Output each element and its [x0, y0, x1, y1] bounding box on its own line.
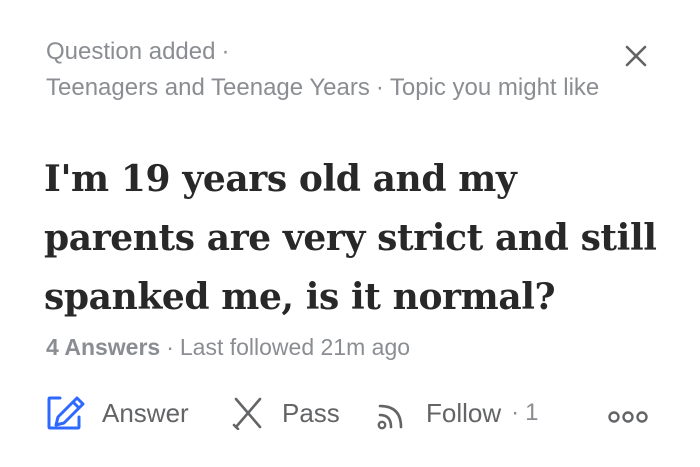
- more-icon: [608, 411, 648, 423]
- answer-label: Answer: [102, 397, 189, 428]
- pass-icon: [232, 397, 262, 430]
- pass-label: Pass: [282, 397, 340, 428]
- feed-context: Question added · Teenagers and Teenage Ye…: [46, 34, 606, 106]
- pencil-icon: [47, 396, 85, 430]
- action-bar: Answer Pass Follow · 1: [46, 393, 656, 433]
- close-button[interactable]: [620, 40, 652, 72]
- topic-note: Topic you might like: [389, 74, 600, 101]
- last-followed: Last followed 21m ago: [179, 334, 411, 360]
- answer-button[interactable]: Answer: [46, 393, 189, 433]
- follow-button[interactable]: Follow · 1: [376, 393, 539, 433]
- question-title[interactable]: I'm 19 years old and my parents are very…: [44, 150, 674, 327]
- follow-count: 1: [525, 399, 539, 426]
- rss-icon: [377, 404, 403, 430]
- follow-label: Follow: [426, 397, 502, 428]
- separator: ·: [375, 74, 384, 101]
- answers-count[interactable]: 4 Answers: [46, 334, 160, 360]
- question-stats: 4 Answers · Last followed 21m ago: [46, 331, 410, 363]
- separator: ·: [166, 334, 174, 360]
- event-label: Question added: [46, 38, 216, 65]
- separator: ·: [511, 399, 520, 426]
- separator: ·: [221, 38, 230, 65]
- close-icon: [625, 45, 647, 67]
- topic-link[interactable]: Teenagers and Teenage Years: [46, 74, 370, 101]
- question-card: Question added · Teenagers and Teenage Ye…: [0, 0, 700, 467]
- pass-button[interactable]: Pass: [232, 393, 340, 433]
- more-options-button[interactable]: [606, 397, 650, 437]
